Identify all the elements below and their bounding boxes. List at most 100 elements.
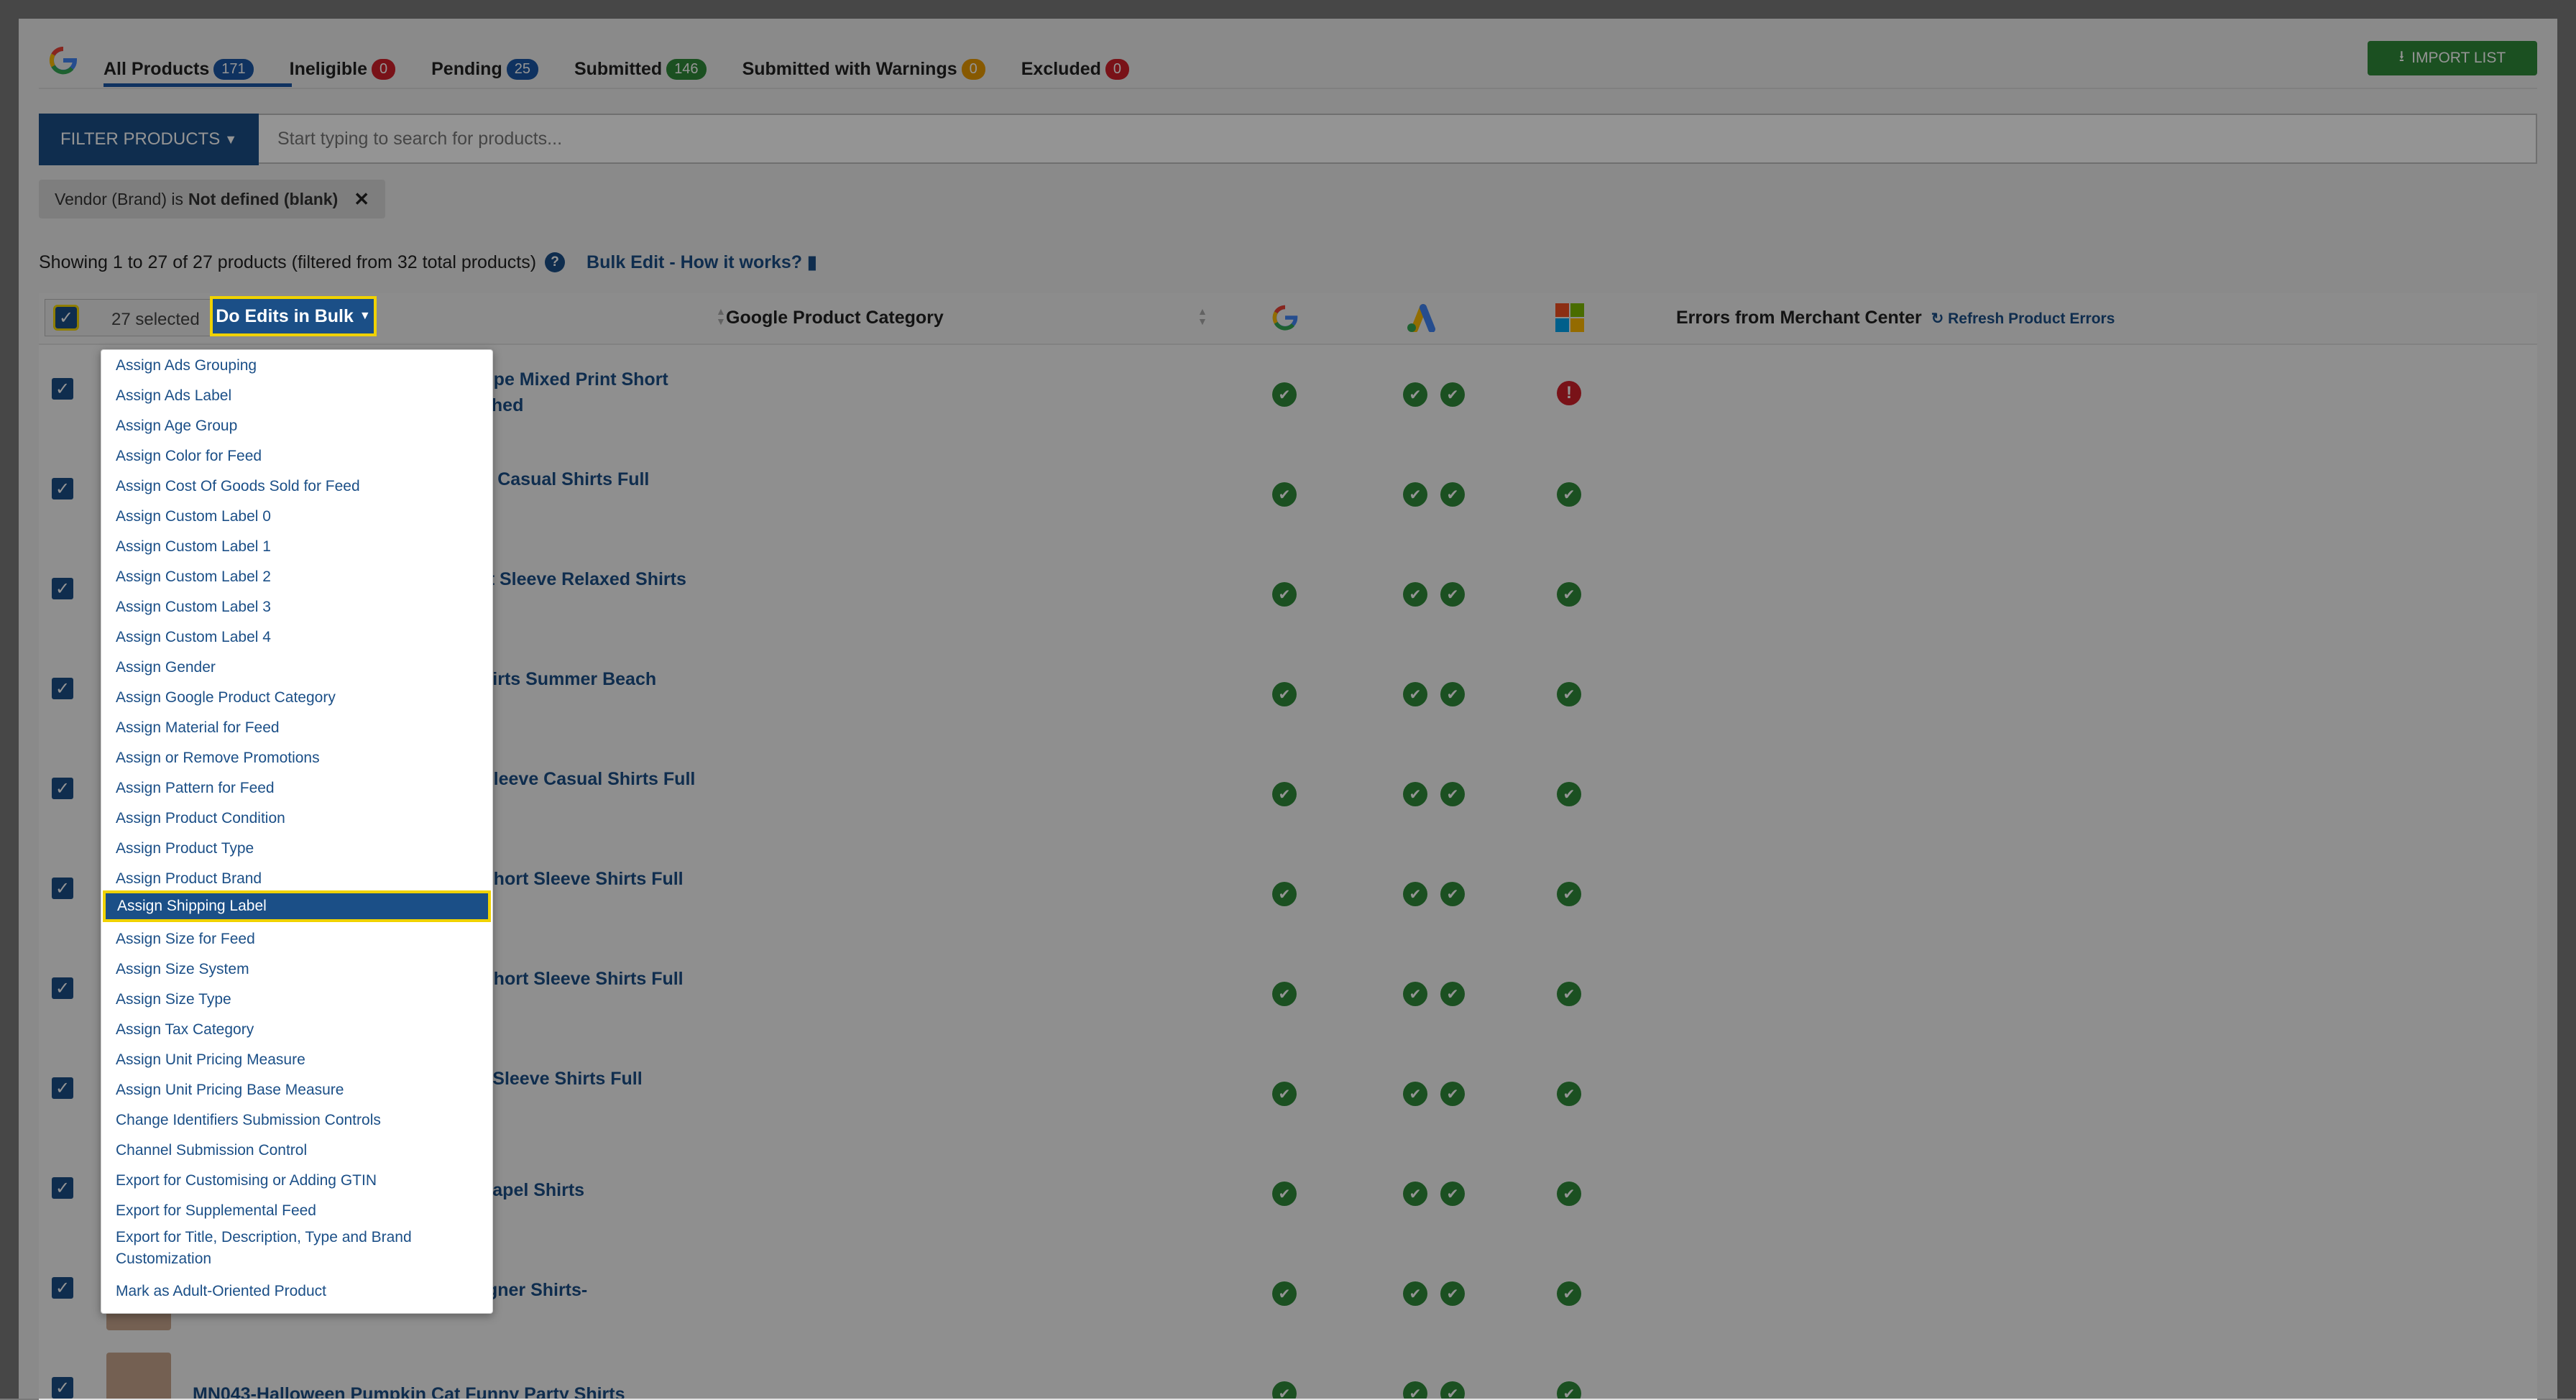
product-title[interactable]: ripe Mixed Print Short ched (482, 367, 668, 418)
menu-item-assign-or-remove-promotions[interactable]: Assign or Remove Promotions (101, 744, 492, 773)
bulk-edit-help-link[interactable]: Bulk Edit - How it works? ▮ (586, 252, 817, 273)
errors-header-label: Errors from Merchant Center (1676, 308, 1922, 328)
filter-products-label: FILTER PRODUCTS (60, 129, 221, 149)
google-status-ok-icon: ✔ (1272, 1182, 1297, 1206)
menu-item-assign-ads-label[interactable]: Assign Ads Label (101, 382, 492, 410)
tab-submitted[interactable]: Submitted 146 (574, 58, 707, 80)
col-google-product-category[interactable]: Google Product Category (726, 308, 944, 328)
row-checkbox[interactable]: ✓ (52, 878, 73, 899)
menu-item-assign-unit-pricing-measure[interactable]: Assign Unit Pricing Measure (101, 1046, 492, 1074)
menu-item-assign-custom-label-4[interactable]: Assign Custom Label 4 (101, 623, 492, 652)
tab-count-badge: 0 (961, 58, 985, 80)
filter-products-button[interactable]: FILTER PRODUCTS ▼ (39, 114, 259, 165)
help-icon[interactable]: ? (545, 252, 566, 272)
product-title[interactable]: t Sleeve Shirts Full (482, 1066, 643, 1092)
product-title[interactable]: Lapel Shirts (482, 1177, 584, 1203)
row-checkbox[interactable]: ✓ (52, 778, 73, 799)
google-logo-icon (49, 46, 78, 75)
product-title[interactable]: Sleeve Casual Shirts Full (482, 766, 695, 792)
product-title[interactable]: igner Shirts- (482, 1277, 587, 1303)
product-title[interactable]: hirts Summer Beach (482, 666, 656, 692)
row-checkbox[interactable]: ✓ (52, 1377, 73, 1399)
menu-item-assign-product-brand[interactable]: Assign Product Brand (101, 865, 492, 893)
do-edits-in-bulk-button[interactable]: Do Edits in Bulk ▼ (210, 296, 377, 336)
menu-item-assign-pattern-for-feed[interactable]: Assign Pattern for Feed (101, 774, 492, 803)
ads-status-ok-icon: ✔ (1403, 582, 1427, 607)
active-tab-indicator (104, 83, 292, 87)
menu-item-assign-custom-label-2[interactable]: Assign Custom Label 2 (101, 563, 492, 591)
row-checkbox[interactable]: ✓ (52, 1177, 73, 1199)
row-checkbox[interactable]: ✓ (52, 578, 73, 599)
tab-excluded[interactable]: Excluded 0 (1021, 58, 1130, 80)
menu-item-assign-product-condition[interactable]: Assign Product Condition (101, 804, 492, 833)
row-checkbox[interactable]: ✓ (52, 977, 73, 999)
table-row[interactable]: ✓ MN043-Halloween Pumpkin Cat Funny Part… (39, 1344, 2537, 1400)
google-ads-icon (1407, 304, 1435, 332)
refresh-errors-link[interactable]: ↻ Refresh Product Errors (1931, 310, 2115, 327)
menu-item-assign-custom-label-3[interactable]: Assign Custom Label 3 (101, 593, 492, 622)
row-checkbox[interactable]: ✓ (52, 1077, 73, 1099)
product-search-input[interactable]: Start typing to search for products... (259, 114, 2537, 164)
menu-item-assign-size-type[interactable]: Assign Size Type (101, 985, 492, 1014)
sort-icon[interactable]: ▲ ▼ (716, 306, 726, 326)
menu-item-change-identifiers-submission-controls[interactable]: Change Identifiers Submission Controls (101, 1106, 492, 1135)
product-title[interactable]: MN043-Halloween Pumpkin Cat Funny Party … (193, 1381, 625, 1399)
menu-item-assign-custom-label-0[interactable]: Assign Custom Label 0 (101, 502, 492, 531)
menu-item-assign-age-group[interactable]: Assign Age Group (101, 412, 492, 441)
select-all-checkbox[interactable]: ✓ (53, 305, 79, 331)
google-status-ok-icon: ✔ (1272, 1281, 1297, 1306)
menu-item-assign-shipping-label[interactable]: Assign Shipping Label (103, 890, 491, 922)
filter-chip-value: Not defined (blank) (188, 189, 339, 208)
menu-item-mark-adult-oriented[interactable]: Mark as Adult-Oriented Product (101, 1277, 492, 1306)
tab-pending[interactable]: Pending 25 (431, 58, 538, 80)
ads-status-ok-icon: ✔ (1440, 482, 1465, 507)
menu-item-assign-product-type[interactable]: Assign Product Type (101, 834, 492, 863)
menu-item-channel-submission-control[interactable]: Channel Submission Control (101, 1136, 492, 1165)
product-title[interactable]: rt Sleeve Relaxed Shirts (482, 566, 686, 592)
ads-status-ok-icon: ✔ (1440, 782, 1465, 806)
menu-item-assign-material-for-feed[interactable]: Assign Material for Feed (101, 714, 492, 742)
product-title[interactable]: Short Sleeve Shirts Full (482, 866, 684, 892)
google-status-ok-icon: ✔ (1272, 1381, 1297, 1399)
microsoft-icon (1555, 303, 1584, 332)
menu-item-assign-size-system[interactable]: Assign Size System (101, 955, 492, 984)
menu-item-assign-custom-label-1[interactable]: Assign Custom Label 1 (101, 533, 492, 561)
row-checkbox[interactable]: ✓ (52, 678, 73, 699)
menu-item-assign-color-for-feed[interactable]: Assign Color for Feed (101, 442, 492, 471)
google-status-ok-icon: ✔ (1272, 482, 1297, 507)
product-title[interactable]: n Casual Shirts Full (482, 466, 649, 492)
tab-label: Submitted (574, 58, 663, 79)
results-summary: Showing 1 to 27 of 27 products (filtered… (39, 250, 817, 275)
menu-item-export-supplemental-feed[interactable]: Export for Supplemental Feed (101, 1197, 492, 1225)
menu-item-assign-cost-of-goods-sold[interactable]: Assign Cost Of Goods Sold for Feed (101, 472, 492, 501)
row-checkbox[interactable]: ✓ (52, 478, 73, 499)
google-channel-icon (1272, 305, 1298, 331)
menu-item-assign-google-product-category[interactable]: Assign Google Product Category (101, 683, 492, 712)
microsoft-status-error-icon[interactable]: ! (1557, 381, 1581, 405)
import-list-button[interactable]: ⭳ IMPORT LIST (2368, 41, 2537, 75)
tab-count-badge: 0 (371, 58, 396, 80)
filter-chip-prefix: Vendor (Brand) is (55, 189, 183, 208)
tab-submitted-with-warnings[interactable]: Submitted with Warnings 0 (742, 58, 985, 80)
menu-item-assign-gender[interactable]: Assign Gender (101, 653, 492, 682)
menu-item-assign-size-for-feed[interactable]: Assign Size for Feed (101, 925, 492, 954)
sort-icon[interactable]: ▲ ▼ (1197, 306, 1208, 326)
ads-status-ok-icon: ✔ (1403, 782, 1427, 806)
caret-down-icon: ▼ (359, 310, 371, 322)
tab-label: Submitted with Warnings (742, 58, 957, 79)
menu-item-export-title-description[interactable]: Export for Title, Description, Type and … (101, 1225, 492, 1271)
product-title[interactable]: Short Sleeve Shirts Full (482, 966, 684, 992)
tab-all-products[interactable]: All Products 171 (104, 58, 254, 80)
tab-count-badge: 25 (506, 58, 538, 80)
menu-item-assign-tax-category[interactable]: Assign Tax Category (101, 1016, 492, 1044)
tab-ineligible[interactable]: Ineligible 0 (290, 58, 396, 80)
row-checkbox[interactable]: ✓ (52, 1277, 73, 1299)
row-checkbox[interactable]: ✓ (52, 378, 73, 400)
remove-filter-icon[interactable]: ✕ (354, 188, 369, 211)
import-list-label: IMPORT LIST (2411, 50, 2506, 66)
menu-item-assign-ads-grouping[interactable]: Assign Ads Grouping (101, 351, 492, 380)
table-header: ✓ 27 selected Google Product Category ▲ ▼… (39, 293, 2537, 345)
microsoft-status-ok-icon: ✔ (1557, 1082, 1581, 1106)
menu-item-assign-unit-pricing-base-measure[interactable]: Assign Unit Pricing Base Measure (101, 1076, 492, 1105)
menu-item-export-gtin[interactable]: Export for Customising or Adding GTIN (101, 1166, 492, 1195)
